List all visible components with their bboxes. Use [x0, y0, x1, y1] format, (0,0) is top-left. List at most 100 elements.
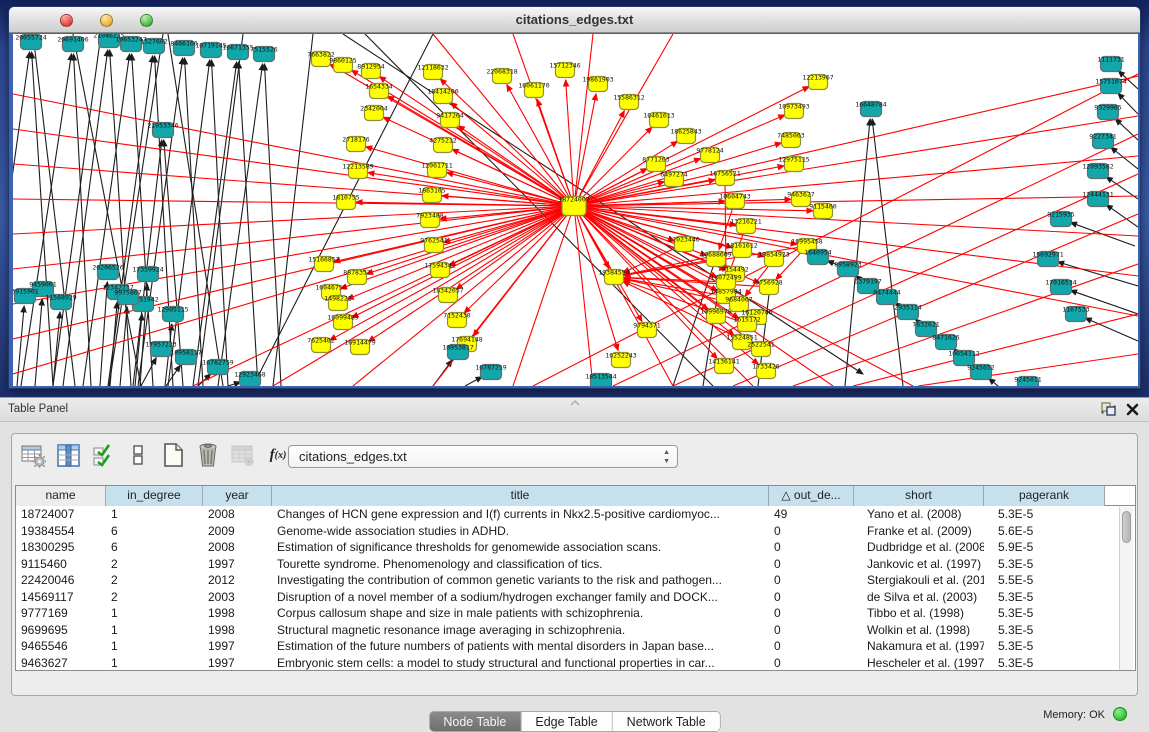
- new-table-icon[interactable]: [160, 442, 186, 468]
- network-select-dropdown[interactable]: citations_edges.txt ▲▼: [288, 445, 678, 468]
- network-node-label: 10996978: [700, 308, 731, 316]
- column-header-short[interactable]: short: [854, 486, 984, 506]
- table-cell: Corpus callosum shape and size in male p…: [272, 605, 769, 622]
- column-header-year[interactable]: year: [203, 486, 272, 506]
- table-cell: 9777169: [16, 605, 106, 622]
- table-cell: 1998: [203, 622, 272, 639]
- table-cell: 0: [769, 655, 854, 672]
- network-node-label: 20055724: [15, 34, 46, 42]
- splitter-handle-icon[interactable]: [570, 400, 580, 406]
- table-cell: Genome-wide association studies in ADHD.: [272, 523, 769, 540]
- network-node-label: 2342004: [360, 105, 387, 113]
- table-panel-titlebar[interactable]: Table Panel: [0, 398, 1149, 422]
- network-node-label: 16995458: [791, 238, 822, 246]
- network-node-label: 7485063: [777, 132, 804, 140]
- network-canvas[interactable]: 1872400776638229860125891295416543342342…: [13, 34, 1138, 386]
- network-edge: [120, 307, 127, 386]
- column-header-name[interactable]: name: [16, 486, 106, 506]
- table-cell: Dudbridge et al. (2008): [854, 539, 984, 556]
- table-row[interactable]: 1830029562008Estimation of significance …: [16, 539, 1135, 556]
- table-cell: 5.3E-5: [984, 589, 1105, 606]
- close-icon[interactable]: [1126, 403, 1139, 416]
- network-node-label: 3915901: [13, 288, 39, 296]
- table-cell: 6: [106, 539, 203, 556]
- network-edge: [574, 111, 624, 206]
- table-cell: 1: [106, 638, 203, 655]
- table-cell: 9115460: [16, 556, 106, 573]
- network-node-label: 4275212: [429, 137, 456, 145]
- status-bar: Memory: OK: [0, 702, 1149, 727]
- network-edge: [347, 206, 574, 299]
- table-settings-icon[interactable]: [20, 442, 46, 468]
- delete-table-icon[interactable]: [195, 442, 221, 468]
- column-header-pagerank[interactable]: pagerank: [984, 486, 1105, 506]
- table-cell: 0: [769, 523, 854, 540]
- table-cell: Investigating the contribution of common…: [272, 572, 769, 589]
- network-node-label: 12975115: [778, 156, 809, 164]
- network-edge: [989, 378, 998, 386]
- table-row[interactable]: 946362711997Embryonic stem cells: a mode…: [16, 655, 1135, 672]
- table-cell: 1997: [203, 638, 272, 655]
- network-edge: [368, 206, 574, 341]
- network-edge: [193, 206, 574, 386]
- network-edge: [53, 34, 101, 386]
- network-edge: [613, 134, 1138, 386]
- network-node-label: 10654112: [948, 350, 979, 358]
- table-row[interactable]: 2242004622012Investigating the contribut…: [16, 572, 1135, 589]
- network-node-label: 13216221: [730, 218, 761, 226]
- network-node-label: 19861903: [582, 76, 613, 84]
- table-cell: 9463627: [16, 655, 106, 672]
- network-node-label: 7923488: [416, 212, 443, 220]
- network-node-label: 9474444: [873, 289, 900, 297]
- table-cell: 0: [769, 622, 854, 639]
- table-cell: Estimation of significance thresholds fo…: [272, 539, 769, 556]
- network-edge: [239, 62, 258, 386]
- table-cell: 5.9E-5: [984, 539, 1105, 556]
- network-window-titlebar[interactable]: citations_edges.txt: [9, 7, 1140, 33]
- table-cell: 2003: [203, 589, 272, 606]
- table-row[interactable]: 911546021997Tourette syndrome. Phenomeno…: [16, 556, 1135, 573]
- scrollbar-thumb[interactable]: [1122, 511, 1131, 543]
- column-header-out_de[interactable]: △ out_de...: [769, 486, 854, 506]
- network-select-value: citations_edges.txt: [299, 449, 407, 464]
- network-node-label: 12093582: [1082, 163, 1113, 171]
- table-cell: 14569117: [16, 589, 106, 606]
- table-cell: 9699695: [16, 622, 106, 639]
- table-row[interactable]: 977716911998Corpus callosum shape and si…: [16, 605, 1135, 622]
- table-row[interactable]: 946554611997Estimation of the future num…: [16, 638, 1135, 655]
- network-node-label: 10604743: [719, 193, 750, 201]
- network-node-label: 8471626: [932, 334, 959, 342]
- table-vertical-scrollbar[interactable]: [1119, 507, 1133, 670]
- network-node-label: 1167533: [1062, 306, 1089, 314]
- table-cell: de Silva et al. (2003): [854, 589, 984, 606]
- table-cell: Tibbo et al. (1998): [854, 605, 984, 622]
- table-row[interactable]: 1938455462009Genome-wide association stu…: [16, 523, 1135, 540]
- table-cell: Structural magnetic resonance image aver…: [272, 622, 769, 639]
- select-column-icon[interactable]: [55, 442, 81, 468]
- network-node-label: 1111731: [1097, 56, 1124, 64]
- network-node-label: 16648784: [855, 101, 886, 109]
- network-node-label: 16046758: [315, 284, 346, 292]
- table-row[interactable]: 1456911722003Disruption of a novel membe…: [16, 589, 1135, 606]
- network-graph[interactable]: 1872400776638229860125891295416543342342…: [13, 34, 1138, 386]
- network-edge: [228, 382, 240, 386]
- table-cell: 0: [769, 589, 854, 606]
- network-node-label: 15751074: [1095, 78, 1126, 86]
- network-node-label: 2718176: [342, 136, 369, 144]
- table-panel-body: f(x) citations_edges.txt ▲▼ namein_degre…: [11, 433, 1138, 696]
- network-node-label: 19384554: [598, 269, 629, 277]
- row-height-icon[interactable]: [125, 442, 151, 468]
- show-columns-icon[interactable]: [90, 442, 116, 468]
- network-view-window: citations_edges.txt 18724007766382298601…: [8, 6, 1141, 389]
- network-edge: [533, 74, 1138, 386]
- network-node-label: 12905115: [157, 306, 188, 314]
- network-node-label: 6497274: [660, 171, 687, 179]
- network-node-label: 8771263: [642, 156, 669, 164]
- column-header-title[interactable]: title: [272, 486, 769, 506]
- network-node-label: 7152430: [443, 312, 470, 320]
- column-header-in_degree[interactable]: in_degree: [106, 486, 203, 506]
- table-row[interactable]: 1872400712008Changes of HCN gene express…: [16, 506, 1135, 523]
- network-edge: [388, 96, 574, 206]
- float-window-icon[interactable]: [1101, 402, 1116, 416]
- table-row[interactable]: 969969511998Structural magnetic resonanc…: [16, 622, 1135, 639]
